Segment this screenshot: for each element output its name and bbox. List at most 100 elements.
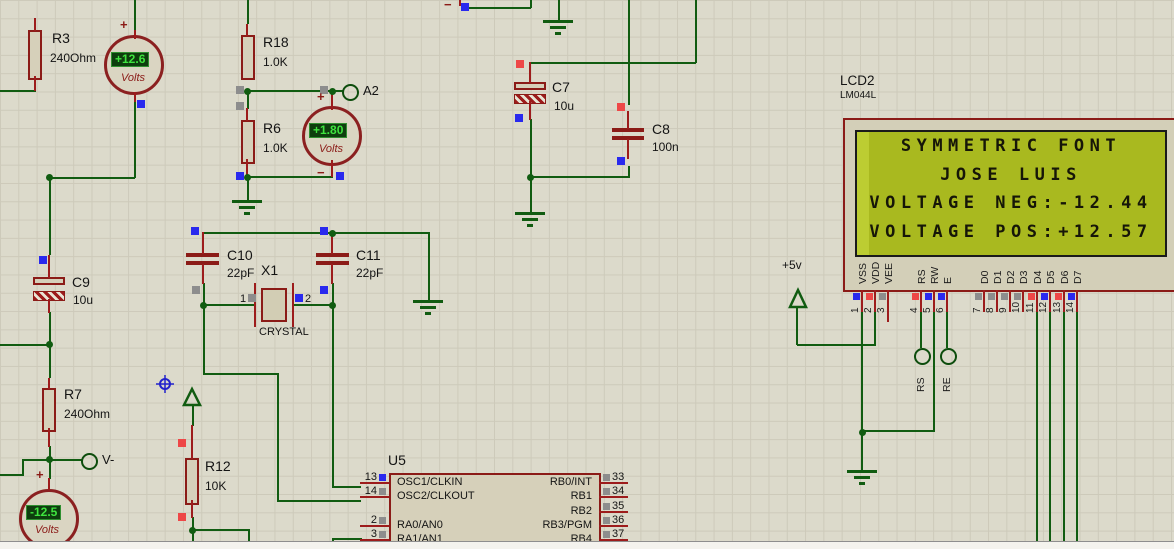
pin-stub xyxy=(48,428,50,447)
junction-dot xyxy=(329,88,336,95)
resistor-r3[interactable] xyxy=(28,30,42,80)
resistor-r18[interactable] xyxy=(241,35,255,80)
wire xyxy=(0,90,36,92)
junction-dot xyxy=(200,302,207,309)
r6-value: 1.0K xyxy=(263,141,288,155)
terminal-rs[interactable] xyxy=(914,348,931,365)
lcd-screen-line-2: JOSE LUIS xyxy=(940,164,1082,185)
lcd-pin-number-3: 3 xyxy=(876,307,887,313)
power-arrow-r12 xyxy=(181,386,203,407)
wire xyxy=(277,500,361,502)
u5-pin-indicator xyxy=(603,531,610,538)
resistor-r12[interactable] xyxy=(185,458,199,505)
ground-symbol xyxy=(413,300,443,303)
lcd-pin-label-D1: D1 xyxy=(992,270,1004,284)
ground-symbol xyxy=(555,32,561,35)
u5-pin-indicator xyxy=(379,474,386,481)
c8-value: 100n xyxy=(652,140,679,154)
pin-stub xyxy=(331,264,333,284)
ground-symbol xyxy=(515,212,545,215)
lcd-pin-number-1: 1 xyxy=(850,307,861,313)
lcd-pin-indicator xyxy=(1068,293,1075,300)
voltmeter-3-unit: Volts xyxy=(35,524,60,536)
terminal-a2[interactable] xyxy=(342,84,359,101)
lcd-pin-label-VSS: VSS xyxy=(857,262,869,284)
ground-symbol xyxy=(854,476,870,479)
lcd-pin-indicator xyxy=(925,293,932,300)
ground-symbol xyxy=(232,200,262,203)
lcd-pin-number-10: 10 xyxy=(1011,301,1022,313)
c7-value: 10u xyxy=(554,99,575,113)
wire xyxy=(49,177,51,255)
junction-dot xyxy=(527,174,534,181)
c11-ref: C11 xyxy=(356,247,381,263)
lcd-pin-label-D2: D2 xyxy=(1005,270,1017,284)
lcd-pin-indicator xyxy=(1041,293,1048,300)
partial-top-minus: − xyxy=(444,0,452,12)
pin-stub xyxy=(202,232,204,254)
wire xyxy=(428,232,430,300)
terminal-v-minus[interactable] xyxy=(81,453,98,470)
voltmeter-1-display: +12.6 xyxy=(111,52,150,67)
crystal-electrode-right xyxy=(292,283,294,327)
junction-dot xyxy=(244,174,251,181)
pin-stub xyxy=(202,264,204,284)
capacitor-c7-plate-pos[interactable] xyxy=(514,82,546,90)
wire xyxy=(797,344,876,346)
u5-pin-label-13: OSC1/CLKIN xyxy=(397,476,463,488)
lcd-pin-number-4: 4 xyxy=(909,307,920,313)
u5-pin-indicator xyxy=(603,488,610,495)
wire xyxy=(862,430,935,432)
schematic-canvas[interactable]: R3 240Ohm +12.6 Volts + R18 1.0K R6 1.0K… xyxy=(0,0,1174,549)
resistor-r6[interactable] xyxy=(241,120,255,164)
lcd-pin-stub xyxy=(1076,290,1078,312)
indicator-square xyxy=(617,103,625,111)
lcd-pin-stub xyxy=(946,290,948,312)
u5-pin-indicator xyxy=(379,517,386,524)
lcd-pin-label-D3: D3 xyxy=(1018,270,1030,284)
lcd-pin-number-12: 12 xyxy=(1038,301,1049,313)
u5-pin-number-13: 13 xyxy=(364,471,377,483)
junction-dot xyxy=(189,527,196,534)
wire xyxy=(332,486,361,488)
u5-pin-number-14: 14 xyxy=(364,485,377,497)
lcd-screen: SYMMETRIC FONT JOSE LUIS VOLTAGE NEG:-12.4… xyxy=(855,130,1167,257)
wire xyxy=(530,0,532,8)
crystal-pin2-number: 2 xyxy=(305,293,312,305)
lcd-pin-label-D7: D7 xyxy=(1072,270,1084,284)
c11-value: 22pF xyxy=(356,266,384,280)
wire xyxy=(558,0,560,20)
pin-stub xyxy=(627,111,629,129)
r3-ref: R3 xyxy=(52,30,70,46)
voltmeter-3-plus: + xyxy=(36,467,44,482)
crystal-x1[interactable] xyxy=(261,288,287,322)
wire xyxy=(203,304,256,306)
pin-stub xyxy=(627,139,629,159)
capacitor-c9-plate-pos[interactable] xyxy=(33,277,65,285)
wire xyxy=(0,344,50,346)
u5-pin-label-35: RB2 xyxy=(570,505,592,517)
wire xyxy=(134,0,136,30)
ground-symbol xyxy=(847,470,877,473)
wire xyxy=(530,62,696,64)
x1-value: CRYSTAL xyxy=(259,326,309,338)
pin-stub xyxy=(331,160,333,177)
lcd-pin-label-D5: D5 xyxy=(1045,270,1057,284)
wire xyxy=(695,0,697,63)
lcd-pin-number-9: 9 xyxy=(998,307,1009,313)
lcd-part: LM044L xyxy=(840,90,877,101)
r18-value: 1.0K xyxy=(263,55,288,69)
indicator-square xyxy=(236,86,244,94)
resistor-r7[interactable] xyxy=(42,388,56,432)
pin-stub xyxy=(191,425,193,459)
terminal-re[interactable] xyxy=(940,348,957,365)
wire xyxy=(192,529,249,531)
lcd-pin-label-RW: RW xyxy=(929,266,941,284)
wire xyxy=(796,308,798,345)
lcd-pin-indicator xyxy=(853,293,860,300)
u5-pin-number-34: 34 xyxy=(612,485,625,497)
voltmeter-1-unit: Volts xyxy=(121,72,146,84)
indicator-square xyxy=(236,172,244,180)
wire xyxy=(933,312,935,431)
voltmeter-1-plus: + xyxy=(120,17,128,32)
